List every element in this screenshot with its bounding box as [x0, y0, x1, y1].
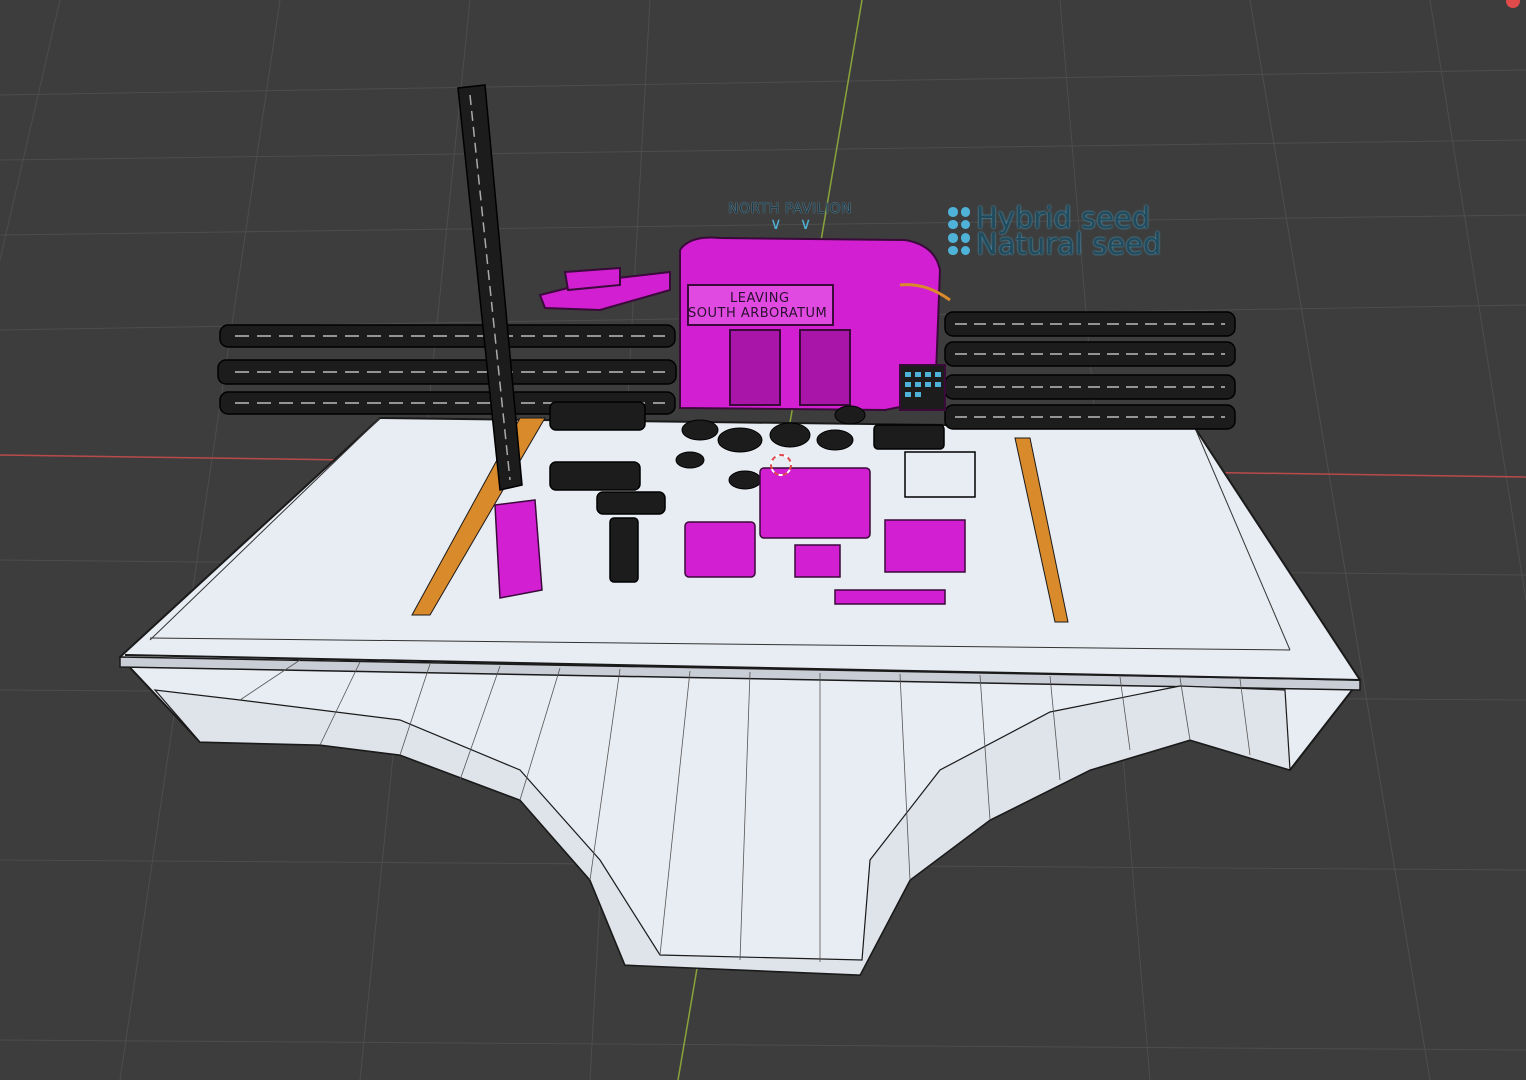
- floor-mesh[interactable]: [118, 416, 1362, 977]
- gate-sign-line2: SOUTH ARBORATUM: [688, 306, 828, 321]
- legend-label: Natural seed: [976, 227, 1162, 261]
- pipe-stack-right[interactable]: [944, 311, 1236, 430]
- dots-icon: [948, 207, 970, 229]
- 3d-viewport[interactable]: NORTH PAVILION ∨∨ Hybrid seed Natural se…: [0, 0, 1526, 1080]
- pipe-stack-left[interactable]: [217, 324, 677, 415]
- legend-natural-seed[interactable]: Natural seed: [948, 227, 1161, 261]
- chevron-down-icon: ∨∨: [770, 214, 830, 233]
- dots-icon: [948, 233, 970, 255]
- gate-sign-line1: LEAVING: [730, 291, 790, 306]
